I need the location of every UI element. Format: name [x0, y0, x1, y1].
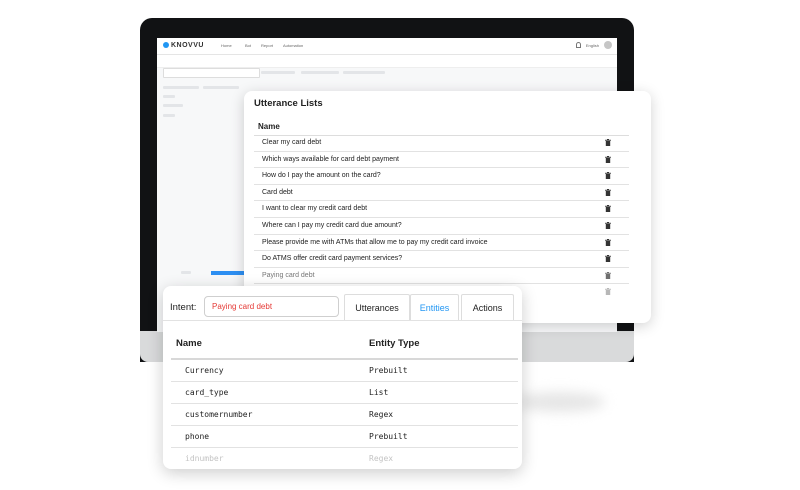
avatar[interactable] — [604, 41, 612, 49]
trash-icon[interactable] — [605, 205, 611, 213]
list-item[interactable]: I want to clear my credit card debt — [254, 201, 629, 218]
trash-icon[interactable] — [605, 172, 611, 180]
sidebar-item[interactable] — [203, 86, 239, 89]
sidebar-item[interactable] — [163, 86, 199, 89]
tab-actions[interactable]: Actions — [461, 294, 514, 321]
entities-table: Name Entity Type Currency Prebuilt card_… — [171, 338, 518, 469]
table-row[interactable]: card_type List — [171, 382, 518, 404]
sidebar-item[interactable] — [163, 95, 175, 98]
entity-name: idnumber — [185, 454, 224, 463]
utterance-text: Which ways available for card debt payme… — [262, 155, 399, 163]
list-item[interactable]: Which ways available for card debt payme… — [254, 152, 629, 169]
column-header-entity-type: Entity Type — [369, 338, 420, 349]
table-row[interactable]: idnumber Regex — [171, 448, 518, 469]
nav-item-home[interactable]: Home — [221, 43, 232, 48]
column-header-name: Name — [258, 122, 280, 131]
logo-mark-icon — [163, 42, 169, 48]
entity-type: Regex — [369, 410, 394, 419]
utterance-text: Clear my card debt — [262, 139, 322, 146]
list-item[interactable]: Please provide me with ATMs that allow m… — [254, 235, 629, 252]
bot-select[interactable] — [163, 68, 260, 78]
list-item[interactable]: Where can I pay my credit card due amoun… — [254, 218, 629, 235]
trash-icon[interactable] — [605, 288, 611, 296]
trash-icon[interactable] — [605, 221, 611, 229]
filter-chip[interactable] — [261, 71, 295, 74]
entity-type: List — [369, 388, 389, 397]
table-header: Name Entity Type — [171, 338, 518, 360]
entity-name: card_type — [185, 388, 229, 397]
language-selector[interactable]: English — [586, 43, 599, 48]
nav-item-automation[interactable]: Automation — [283, 43, 303, 48]
trash-icon[interactable] — [605, 271, 611, 279]
entity-name: customernumber — [185, 410, 253, 419]
intent-entities-card: Intent: Paying card debt Utterances Enti… — [163, 286, 522, 469]
list-item[interactable]: How do I pay the amount on the card? — [254, 168, 629, 185]
table-row[interactable]: customernumber Regex — [171, 404, 518, 426]
trash-icon[interactable] — [605, 188, 611, 196]
sub-toolbar — [157, 55, 617, 68]
table-row[interactable]: phone Prebuilt — [171, 426, 518, 448]
trash-icon[interactable] — [605, 238, 611, 246]
list-item[interactable]: Paying card debt — [254, 268, 629, 285]
entity-type: Prebuilt — [369, 432, 408, 441]
utterance-text: Where can I pay my credit card due amoun… — [262, 221, 402, 229]
utterance-text: I want to clear my credit card debt — [262, 205, 368, 213]
entity-name: phone — [185, 432, 210, 441]
save-button[interactable] — [211, 271, 246, 275]
sidebar-item[interactable] — [163, 114, 175, 117]
list-item[interactable]: Card debt — [254, 185, 629, 202]
entity-type: Prebuilt — [369, 366, 408, 375]
list-item[interactable]: Do ATMS offer credit card payment servic… — [254, 251, 629, 268]
column-header-name: Name — [176, 338, 202, 349]
tab-entities[interactable]: Entities — [410, 294, 459, 321]
app-logo[interactable]: KNOVVU — [163, 42, 204, 49]
filter-chip[interactable] — [301, 71, 339, 74]
utterance-text: Card debt — [262, 188, 293, 196]
nav-item-report[interactable]: Report — [261, 43, 273, 48]
utterance-text: Do ATMS offer credit card payment servic… — [262, 255, 403, 263]
trash-icon[interactable] — [605, 139, 611, 146]
entity-type: Regex — [369, 454, 394, 463]
footer-label — [181, 271, 191, 274]
entity-name: Currency — [185, 366, 224, 375]
intent-label: Intent: — [170, 302, 197, 313]
trash-icon[interactable] — [605, 155, 611, 163]
card-title: Utterance Lists — [254, 98, 323, 109]
utterance-list: Clear my card debt Which ways available … — [254, 135, 629, 300]
sidebar-item[interactable] — [163, 104, 183, 107]
list-item[interactable]: Clear my card debt — [254, 135, 629, 152]
tab-divider — [163, 320, 522, 321]
filter-chip[interactable] — [343, 71, 385, 74]
tab-utterances[interactable]: Utterances — [344, 294, 410, 321]
bell-icon[interactable] — [576, 42, 581, 48]
trash-icon[interactable] — [605, 255, 611, 263]
app-top-bar: KNOVVU Home Bot Report Automation Englis… — [157, 38, 617, 55]
intent-name-input[interactable]: Paying card debt — [204, 296, 339, 317]
utterance-text: Please provide me with ATMs that allow m… — [262, 238, 488, 246]
floor-shadow — [515, 392, 605, 412]
nav-item-bot[interactable]: Bot — [245, 43, 251, 48]
utterance-text: How do I pay the amount on the card? — [262, 172, 381, 180]
utterance-text: Paying card debt — [262, 271, 315, 279]
table-row[interactable]: Currency Prebuilt — [171, 360, 518, 382]
